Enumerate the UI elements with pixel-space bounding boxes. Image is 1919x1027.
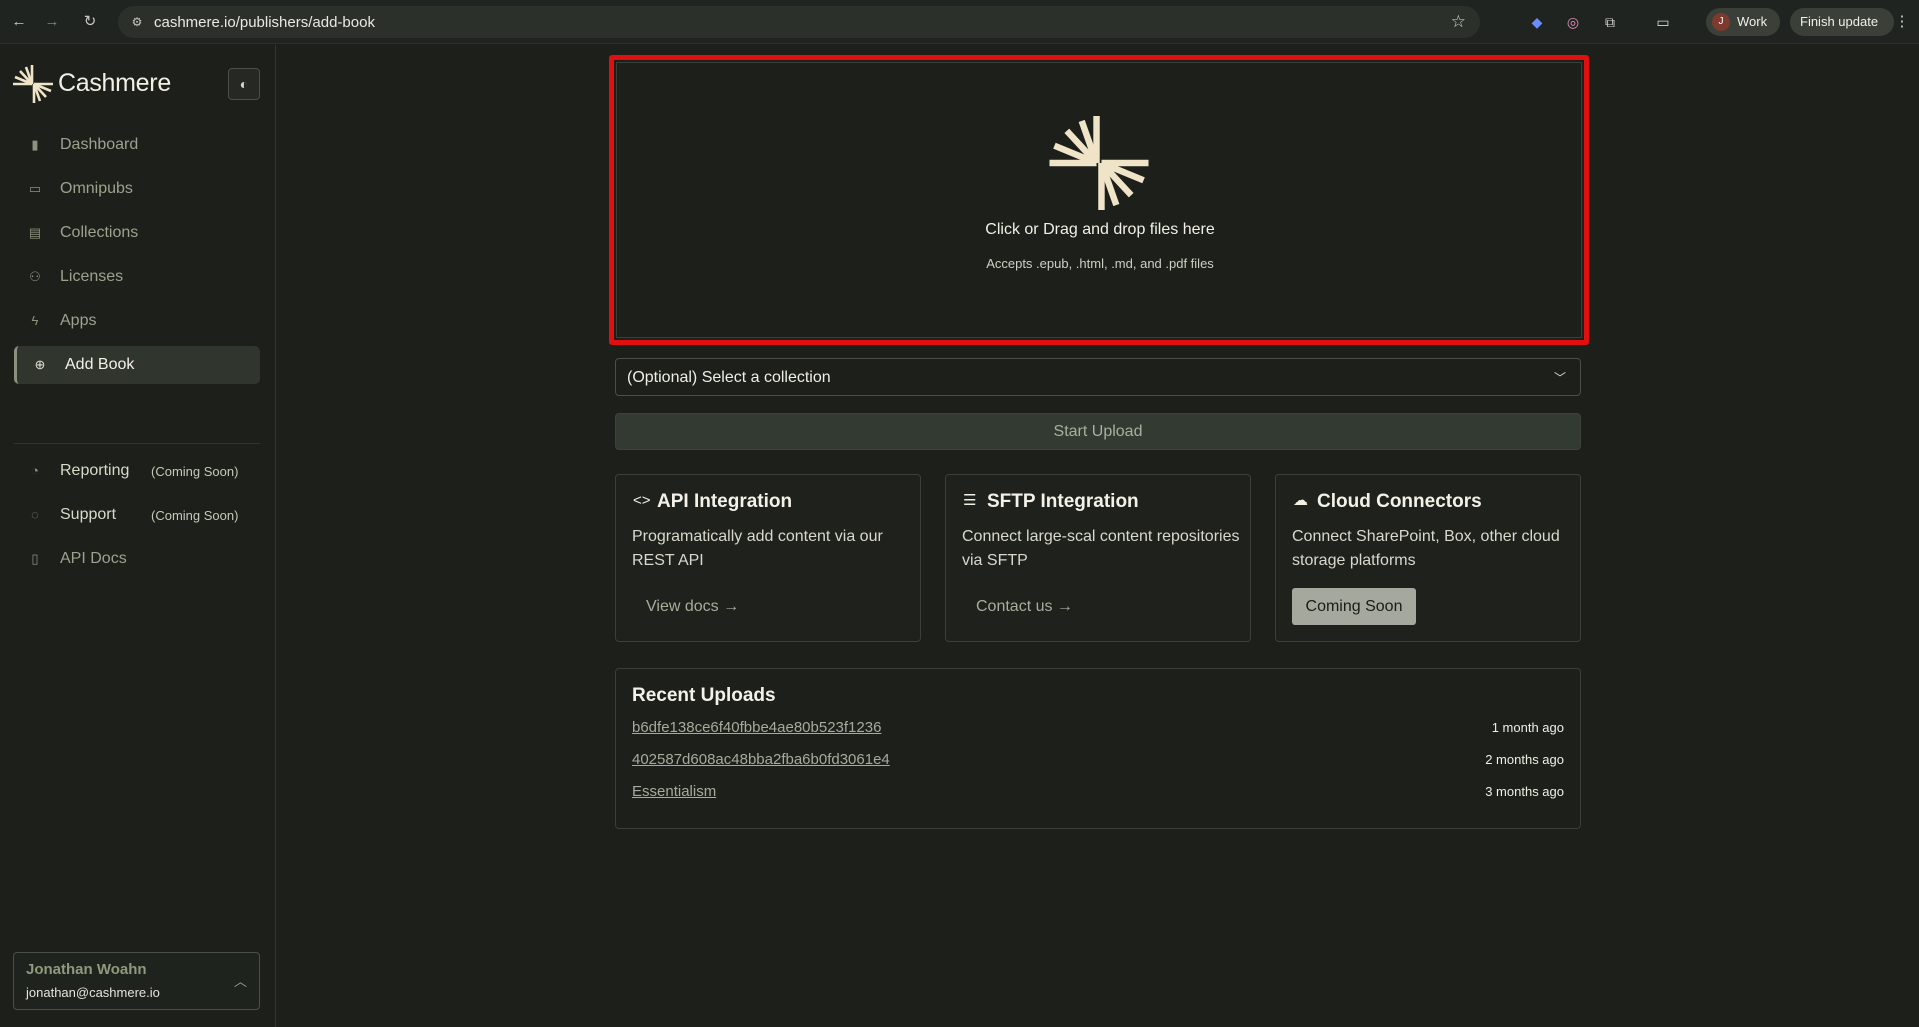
sidebar-item-add-book[interactable]: ⊕ Add Book: [14, 346, 260, 384]
bookmark-star-icon[interactable]: ☆: [1451, 12, 1466, 32]
card-title: API Integration: [657, 491, 793, 512]
dropzone-subtitle: Accepts .epub, .html, .md, and .pdf file…: [986, 256, 1214, 271]
file-dropzone[interactable]: Click or Drag and drop files here Accept…: [616, 62, 1582, 338]
sidebar-divider: [14, 443, 260, 444]
contact-us-link[interactable]: Contact us →: [976, 598, 1073, 616]
chevron-down-icon: ﹀: [1553, 371, 1566, 385]
sidebar-item-label: Collections: [60, 224, 139, 241]
sidebar-item-dashboard[interactable]: ▮ Dashboard: [14, 126, 260, 164]
cashmere-logo-icon: [13, 65, 53, 103]
cloud-icon: ☁: [1293, 492, 1308, 509]
sidebar-item-licenses[interactable]: ⚇ Licenses: [14, 258, 260, 296]
pie-chart-icon: ◔: [31, 463, 39, 478]
cashmere-logo-icon: [1049, 115, 1149, 211]
sidebar-item-label: Apps: [60, 312, 97, 329]
archive-icon: ▤: [28, 225, 42, 240]
card-title: Cloud Connectors: [1317, 491, 1482, 512]
card-description: Programatically add content via our REST…: [632, 528, 883, 569]
plus-circle-icon: ⊕: [34, 357, 46, 372]
user-name: Jonathan Woahn: [26, 961, 147, 978]
extension-shield-icon[interactable]: ◆: [1526, 11, 1548, 33]
forward-icon[interactable]: →: [41, 11, 63, 33]
browser-toolbar: ← → ↻ ⚙ cashmere.io/publishers/add-book …: [0, 0, 1919, 44]
card-description: Connect SharePoint, Box, other cloud sto…: [1292, 528, 1560, 569]
sidebar-item-label: Reporting: [60, 462, 130, 479]
reload-icon[interactable]: ↻: [79, 11, 101, 33]
url-text[interactable]: cashmere.io/publishers/add-book: [154, 14, 375, 31]
sidebar-item-label: Add Book: [65, 356, 135, 373]
chat-icon: ◌: [31, 507, 39, 522]
sidebar-item-label: Dashboard: [60, 136, 139, 153]
sidebar-item-apps[interactable]: ϟ Apps: [14, 302, 260, 340]
chevron-up-icon: ︿: [233, 974, 247, 989]
sidebar-item-label: Licenses: [60, 268, 124, 285]
back-icon[interactable]: ←: [8, 11, 30, 33]
address-bar[interactable]: ⚙ cashmere.io/publishers/add-book ☆: [118, 6, 1480, 38]
sidebar-item-api-docs[interactable]: ▯ API Docs: [14, 540, 260, 578]
profile-button[interactable]: J Work: [1706, 8, 1780, 36]
card-title: SFTP Integration: [987, 491, 1139, 512]
theme-toggle-button[interactable]: ◐: [228, 68, 260, 100]
recent-uploads-panel: Recent Uploads b6dfe138ce6f40fbbe4ae80b5…: [615, 668, 1581, 829]
card-description: Connect large-scal content repositories …: [962, 528, 1240, 569]
sidebar-item-label: API Docs: [60, 550, 127, 567]
sidebar-item-support[interactable]: ◌ Support (Coming Soon): [14, 496, 260, 534]
sftp-integration-card: ☰ SFTP Integration Connect large-scal co…: [945, 474, 1251, 642]
upload-link[interactable]: b6dfe138ce6f40fbbe4ae80b523f1236: [632, 719, 881, 736]
bar-chart-icon: ▮: [31, 137, 39, 152]
contrast-icon: ◐: [239, 76, 249, 92]
list-item: b6dfe138ce6f40fbbe4ae80b523f1236 1 month…: [632, 719, 1564, 741]
sidebar-item-omnipubs[interactable]: ▭ Omnipubs: [14, 170, 260, 208]
profile-label: Work: [1737, 14, 1768, 29]
user-email: jonathan@cashmere.io: [26, 985, 160, 1000]
tab-search-icon[interactable]: ▭: [1652, 11, 1674, 33]
recent-uploads-title: Recent Uploads: [632, 685, 776, 706]
sidebar: Cashmere ◐ ▮ Dashboard ▭ Omnipubs ▤ Coll…: [0, 45, 276, 1027]
upload-time: 2 months ago: [1485, 752, 1564, 767]
collection-select[interactable]: (Optional) Select a collection ﹀: [615, 358, 1581, 396]
coming-soon-note: (Coming Soon): [151, 508, 239, 523]
upload-link[interactable]: 402587d608ac48bba2fba6b0fd3061e4: [632, 751, 890, 768]
users-icon: ⚇: [29, 269, 41, 284]
user-menu[interactable]: Jonathan Woahn jonathan@cashmere.io ︿: [13, 952, 260, 1010]
file-code-icon: ▯: [31, 551, 39, 566]
code-icon: <>: [633, 492, 651, 509]
finish-update-button[interactable]: Finish update: [1790, 8, 1894, 36]
cloud-connectors-card: ☁ Cloud Connectors Connect SharePoint, B…: [1275, 474, 1581, 642]
bolt-icon: ϟ: [31, 313, 39, 328]
api-integration-card: <> API Integration Programatically add c…: [615, 474, 921, 642]
server-icon: ☰: [963, 492, 977, 509]
start-upload-button[interactable]: Start Upload: [615, 413, 1581, 450]
brand-name: Cashmere: [58, 69, 171, 97]
menu-kebab-icon[interactable]: ⋮: [1894, 11, 1910, 33]
upload-time: 3 months ago: [1485, 784, 1564, 799]
upload-time: 1 month ago: [1491, 720, 1564, 735]
collection-select-value: (Optional) Select a collection: [627, 369, 831, 386]
coming-soon-note: (Coming Soon): [151, 464, 239, 479]
book-icon: ▭: [28, 181, 42, 196]
sidebar-item-collections[interactable]: ▤ Collections: [14, 214, 260, 252]
sidebar-item-label: Omnipubs: [60, 180, 133, 197]
upload-link[interactable]: Essentialism: [632, 783, 716, 800]
site-settings-icon[interactable]: ⚙: [129, 14, 145, 30]
sidebar-item-reporting[interactable]: ◔ Reporting (Coming Soon): [14, 452, 260, 490]
sidebar-item-label: Support: [60, 506, 117, 523]
coming-soon-button[interactable]: Coming Soon: [1292, 588, 1416, 625]
avatar: J: [1712, 13, 1730, 31]
extension-color-icon[interactable]: ◎: [1562, 11, 1584, 33]
dropzone-title: Click or Drag and drop files here: [985, 221, 1215, 238]
list-item: 402587d608ac48bba2fba6b0fd3061e4 2 month…: [632, 751, 1564, 773]
list-item: Essentialism 3 months ago: [632, 783, 1564, 805]
extensions-puzzle-icon[interactable]: ⧉: [1599, 11, 1621, 33]
view-docs-link[interactable]: View docs →: [646, 598, 739, 616]
